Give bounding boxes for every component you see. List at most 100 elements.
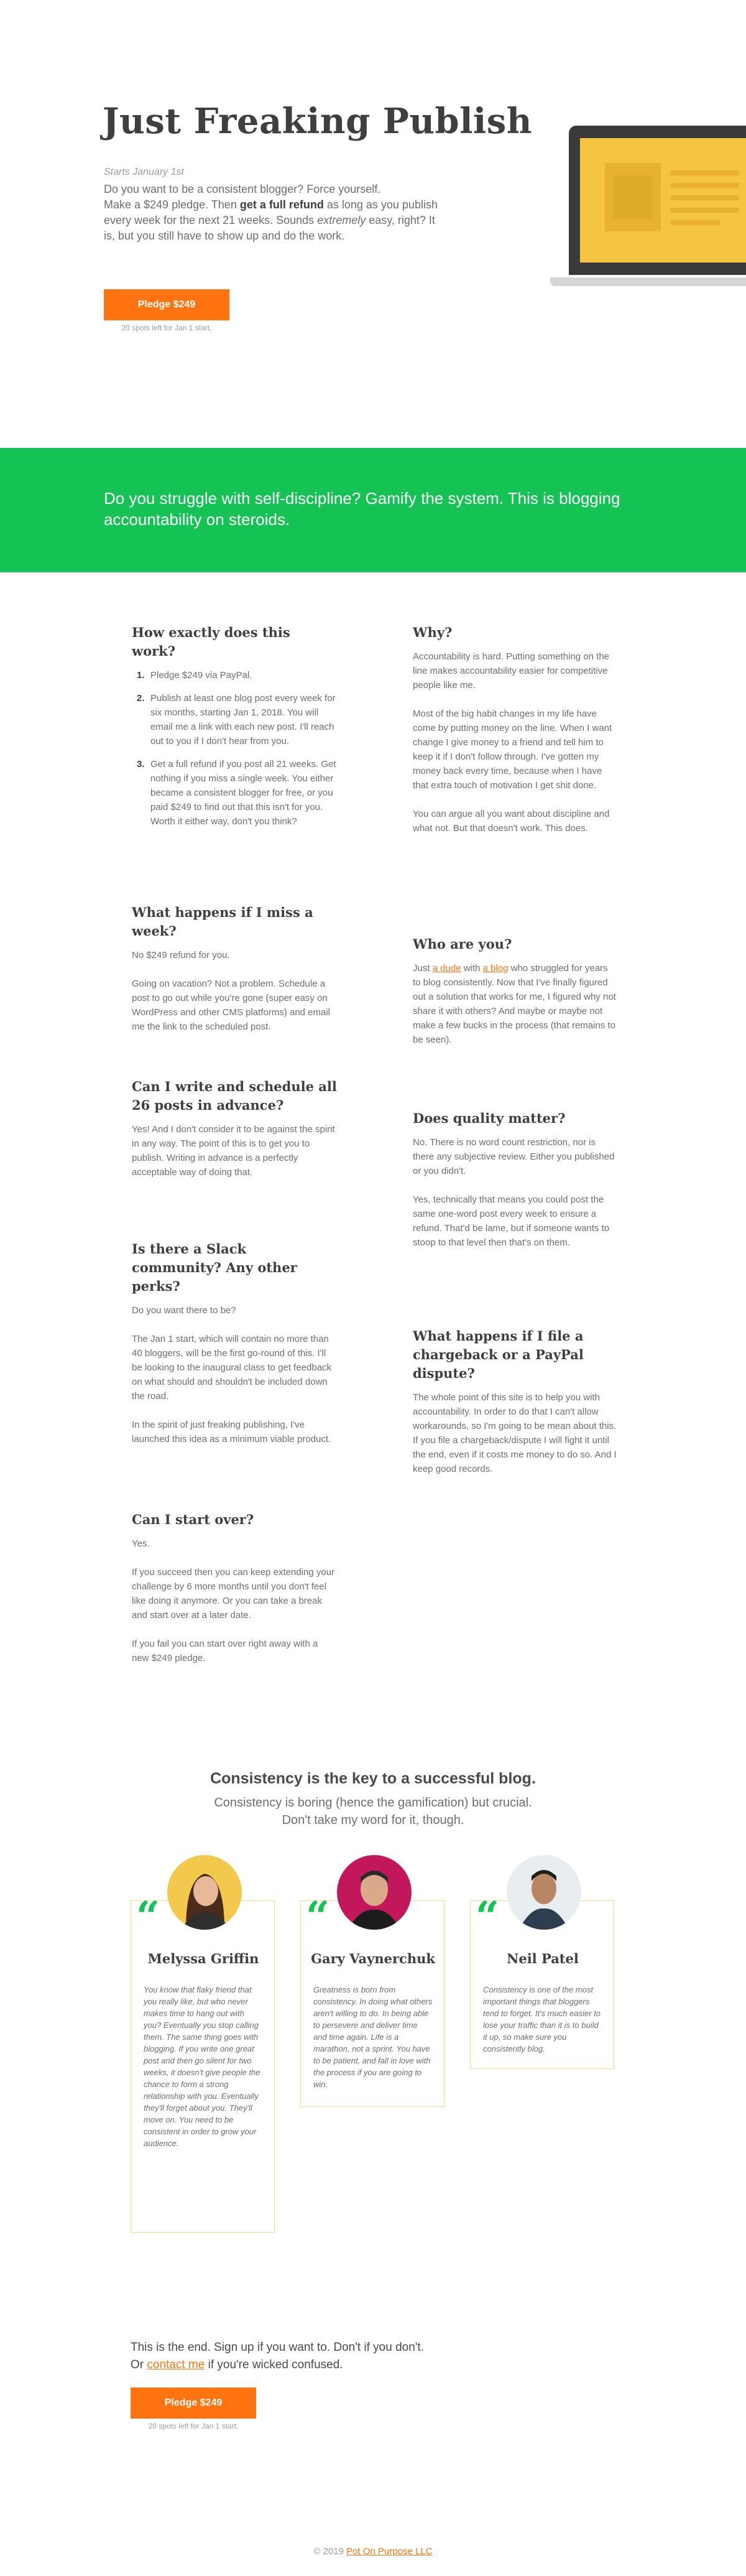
faq-chargeback: What happens if I file a chargeback or a… (413, 1327, 618, 1490)
faq-slack: Is there a Slack community? Any other pe… (132, 1240, 337, 1461)
who-text-mid: with (461, 963, 483, 974)
hero-line-2-bold: get a full refund (239, 198, 324, 211)
faq-paragraph: You can argue all you want about discipl… (413, 809, 610, 834)
step-text: Pledge $249 via PayPal. (150, 670, 252, 681)
faq-paragraph: Going on vacation? Not a problem. Schedu… (132, 979, 331, 1032)
contact-me-link[interactable]: contact me (147, 2358, 205, 2371)
laptop-screen-line (671, 220, 721, 225)
consistency-subheading: Consistency is boring (hence the gamific… (0, 1794, 746, 1829)
faq-question: Does quality matter? (413, 1110, 566, 1126)
faq-why: Why? Accountability is hard. Putting som… (413, 623, 618, 850)
hero-line-4: is, but you still have to show up and do… (104, 230, 345, 242)
consistency-sub-line-1: Consistency is boring (hence the gamific… (214, 1796, 532, 1810)
a-blog-link[interactable]: a blog (483, 963, 509, 974)
closing-text: This is the end. Sign up if you want to.… (131, 2339, 504, 2374)
tagline-text: Do you struggle with self-discipline? Ga… (104, 489, 620, 529)
a-dude-link[interactable]: a dude (433, 963, 461, 974)
quote-icon: “ (306, 1892, 329, 1941)
faq-paragraph: Yes. (132, 1538, 150, 1549)
laptop-screen-image (614, 175, 652, 219)
testimonial-name: Melyssa Griffin (147, 1951, 259, 1966)
hero-line-3-pre: every week for the next 21 weeks. Sounds (104, 214, 318, 226)
faq-answer: The whole point of this site is to help … (413, 1390, 618, 1476)
company-link[interactable]: Pot On Purpose LLC (346, 2546, 432, 2557)
page-title: Just Freaking Publish (103, 101, 533, 142)
avatar (167, 1855, 242, 1930)
copyright-text: © 2019 (313, 2546, 347, 2557)
faq-question: Can I start over? (132, 1512, 254, 1527)
testimonial-text: Greatness is born from consistency. In d… (313, 1985, 433, 2089)
avatar (337, 1855, 412, 1930)
faq-paragraph: Yes! And I don't consider it to be again… (132, 1124, 335, 1178)
faq-schedule: Can I write and schedule all 26 posts in… (132, 1077, 337, 1194)
start-date-note: Starts January 1st (104, 167, 184, 177)
faq-answer: Just a dude with a blog who struggled fo… (413, 961, 618, 1047)
faq-miss-week: What happens if I miss a week? No $249 r… (132, 903, 337, 1048)
faq-paragraph: No $249 refund for you. (132, 950, 230, 960)
faq-question: Why? (413, 625, 453, 640)
faq-paragraph: The Jan 1 start, which will contain no m… (132, 1334, 332, 1402)
faq-paragraph: Accountability is hard. Putting somethin… (413, 651, 610, 690)
pledge-button-bottom[interactable]: Pledge $249 (131, 2388, 256, 2419)
closing-line-1: This is the end. Sign up if you want to.… (131, 2341, 424, 2354)
step-number: 2. (137, 693, 145, 704)
faq-paragraph: Yes, technically that means you could po… (413, 1194, 610, 1248)
faq-question: Who are you? (413, 936, 512, 952)
testimonial-card: “ Neil Patel Consistency is one of the m… (470, 1855, 614, 2069)
faq-who: Who are you? Just a dude with a blog who… (413, 935, 618, 1061)
faq-how-it-works: How exactly does this work? 1. Pledge $24… (132, 623, 337, 837)
closing-line-2: Or contact me if you're wicked confused. (131, 2356, 504, 2374)
faq-answer: Accountability is hard. Putting somethin… (413, 649, 618, 835)
laptop-illustration (550, 126, 746, 289)
laptop-screen-line (671, 195, 739, 200)
faq-question: How exactly does this work? (132, 625, 290, 659)
step-text: Get a full refund if you post all 21 wee… (150, 759, 336, 827)
hero-line-3-post: easy, right? It (366, 214, 435, 226)
steps-list: 1. Pledge $249 via PayPal. 2. Publish at l… (132, 668, 337, 829)
list-item: 1. Pledge $249 via PayPal. (132, 668, 337, 682)
faq-answer: 1. Pledge $249 via PayPal. 2. Publish at l… (132, 668, 337, 829)
faq-quality: Does quality matter? No. There is no wor… (413, 1109, 618, 1264)
list-item: 3. Get a full refund if you post all 21 w… (132, 757, 337, 829)
testimonial-text: Consistency is one of the most important… (483, 1985, 601, 2053)
testimonial-card: “ Melyssa Griffin You know that flaky fr… (131, 1855, 275, 2233)
faq-answer: No. There is no word count restriction, … (413, 1135, 618, 1250)
hero-line-1: Do you want to be a consistent blogger? … (104, 183, 381, 195)
pledge-button[interactable]: Pledge $249 (104, 289, 229, 320)
faq-paragraph: The whole point of this site is to help … (413, 1392, 617, 1474)
faq-answer: Yes. If you succeed then you can keep ex… (132, 1537, 337, 1665)
quote-icon: “ (476, 1892, 499, 1941)
faq-question: What happens if I miss a week? (132, 904, 313, 939)
faq-paragraph: If you fail you can start over right awa… (132, 1639, 318, 1663)
closing-line-2-pre: Or (131, 2358, 147, 2371)
step-text: Publish at least one blog post every wee… (150, 693, 336, 746)
hero-section: Just Freaking Publish Starts January 1st… (0, 0, 746, 448)
testimonial-card: “ Gary Vaynerchuk Greatness is born from… (300, 1855, 444, 2107)
spots-left-note: 20 spots left for Jan 1 start. (121, 323, 212, 332)
tagline-band: Do you struggle with self-discipline? Ga… (0, 448, 746, 572)
faq-paragraph: Do you want there to be? (132, 1305, 236, 1316)
avatar-image (337, 1855, 412, 1930)
faq-paragraph: Most of the big habit changes in my life… (413, 709, 612, 791)
closing-line-2-post: if you're wicked confused. (205, 2358, 343, 2371)
hero-line-2: Make a $249 pledge. Then get a full refu… (104, 197, 477, 213)
avatar-image (167, 1855, 242, 1930)
faq-paragraph: Just a dude with a blog who struggled fo… (413, 961, 618, 1047)
hero-line-2-pre: Make a $249 pledge. Then (104, 198, 240, 211)
who-text-pre: Just (413, 963, 433, 974)
hero-line-3: every week for the next 21 weeks. Sounds… (104, 213, 477, 228)
faq-question: What happens if I file a chargeback or a… (413, 1328, 584, 1381)
faq-start-over: Can I start over? Yes. If you succeed th… (132, 1510, 337, 1680)
step-number: 1. (137, 670, 145, 681)
step-number: 3. (137, 759, 145, 770)
faq-answer: No $249 refund for you. Going on vacatio… (132, 948, 337, 1034)
spots-left-note-bottom: 20 spots left for Jan 1 start. (148, 2422, 239, 2430)
quote-icon: “ (136, 1892, 160, 1941)
list-item: 2. Publish at least one blog post every w… (132, 691, 337, 748)
testimonial-name: Gary Vaynerchuk (311, 1951, 435, 1966)
testimonial-text: You know that flaky friend that you real… (144, 1985, 260, 2148)
who-text-post: who struggled for years to blog consiste… (413, 963, 616, 1045)
testimonial-name: Neil Patel (507, 1951, 579, 1966)
hero-description: Do you want to be a consistent blogger? … (104, 182, 477, 244)
faq-answer: Yes! And I don't consider it to be again… (132, 1122, 337, 1179)
